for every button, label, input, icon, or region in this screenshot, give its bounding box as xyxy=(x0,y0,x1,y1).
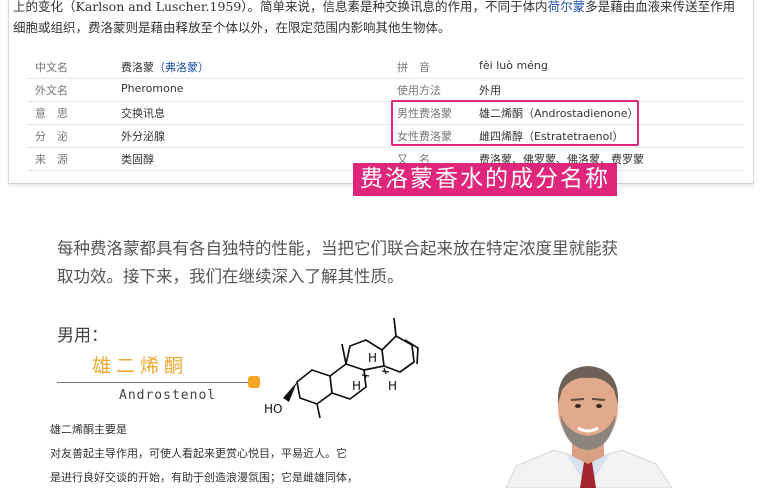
androstenol-molecule-diagram: H H H HO xyxy=(264,317,419,419)
name-marker-dot xyxy=(248,376,260,388)
intro-line1b: 多是藉由血液来传送至作用 xyxy=(585,0,736,14)
description-line: 雄二烯酮主要是 xyxy=(50,423,127,436)
pheromone-highlight-box xyxy=(391,100,639,146)
molecule-h-label: H xyxy=(352,379,361,393)
molecule-h-label: H xyxy=(388,379,397,393)
row-value: 外分泌腺 xyxy=(121,130,165,143)
intro-line2: 细胞或组织，费洛蒙则是藉由释放至个体以外，在限定范围内影响其他生物体。 xyxy=(13,20,451,35)
row-value: 交换讯息 xyxy=(121,107,165,120)
row-value: 类固醇 xyxy=(121,153,154,166)
perfume-ingredients-banner: 费洛蒙香水的成分名称 xyxy=(353,163,617,196)
row-value: 费洛蒙（弗洛蒙） xyxy=(121,61,209,74)
molecule-ho-label: HO xyxy=(264,402,282,416)
encyclopedia-card: 上的变化（Karlson and Luscher.1959）。简单来说，信息素是… xyxy=(8,0,754,184)
row-value: fèi luò méng xyxy=(479,59,548,72)
molecule-h-label: H xyxy=(368,351,377,365)
intro-paragraph: 每种费洛蒙都具有各自独特的性能，当把它们联合起来放在特定浓度里就能获 取功效。接… xyxy=(57,235,707,291)
table-row: 中文名 费洛蒙（弗洛蒙） 拼 音 fèi luò méng xyxy=(27,55,745,79)
compound-chinese-name: 雄二烯酮 xyxy=(92,355,189,377)
row-label: 外文名 xyxy=(35,84,68,97)
hormone-link[interactable]: 荷尔蒙 xyxy=(548,0,586,14)
man-portrait-image xyxy=(506,366,673,488)
paragraph-line: 取功效。接下来，我们在继续深入了解其性质。 xyxy=(57,267,404,286)
compound-description: 雄二烯酮主要是 对友善起主导作用，可使人看起来更赏心悦目，平易近人。它 是进行良… xyxy=(50,418,470,490)
description-line: 是进行良好交谈的开始，有助于创造浪漫氛围；它是雌雄同体， xyxy=(50,471,358,484)
row-label: 来 源 xyxy=(35,153,68,166)
intro-text: 上的变化（Karlson and Luscher.1959）。简单来说，信息素是… xyxy=(13,0,749,38)
row-label: 中文名 xyxy=(35,61,68,74)
intro-line1a: 上的变化（Karlson and Luscher.1959）。简单来说，信息素是… xyxy=(13,0,548,14)
compound-english-name: Androstenol xyxy=(119,388,217,403)
row-label: 拼 音 xyxy=(397,61,430,74)
row-label: 意 思 xyxy=(35,107,68,120)
row-label: 分 泌 xyxy=(35,130,68,143)
male-section-heading: 男用： xyxy=(57,326,108,346)
table-row: 外文名 Pheromone 使用方法 外用 xyxy=(27,78,745,102)
row-value: 外用 xyxy=(479,84,501,97)
row-label: 使用方法 xyxy=(397,84,441,97)
name-underline xyxy=(57,382,253,383)
row-value: Pheromone xyxy=(121,82,184,95)
paragraph-line: 每种费洛蒙都具有各自独特的性能，当把它们联合起来放在特定浓度里就能获 xyxy=(57,239,618,258)
description-line: 对友善起主导作用，可使人看起来更赏心悦目，平易近人。它 xyxy=(50,447,347,460)
alt-name-link[interactable]: （弗洛蒙） xyxy=(154,61,209,74)
